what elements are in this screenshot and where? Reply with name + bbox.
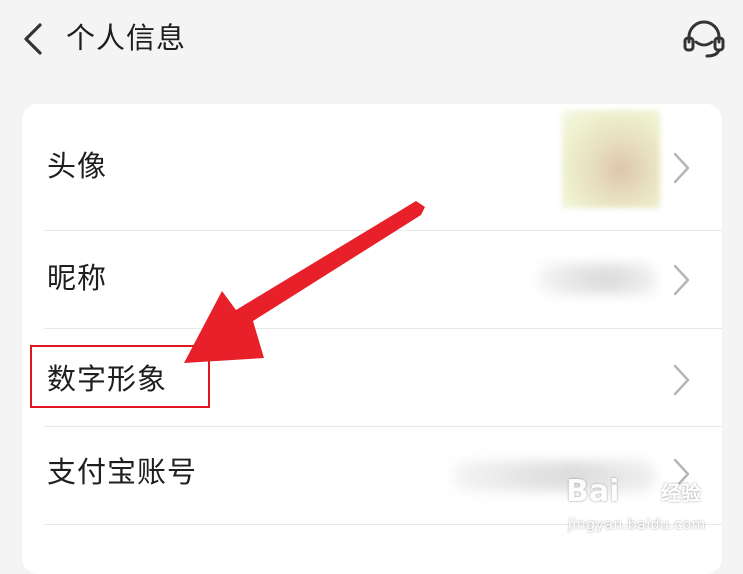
row-nickname[interactable]: 昵称 — [22, 230, 722, 330]
chevron-left-icon[interactable] — [18, 22, 48, 56]
watermark-jingyan: 经验 — [661, 481, 701, 505]
row-avatar[interactable]: 头像 — [22, 104, 722, 230]
divider — [44, 328, 722, 329]
watermark-logo: Bai — [566, 474, 620, 509]
chevron-right-icon — [673, 152, 690, 184]
row-label-avatar: 头像 — [47, 149, 108, 183]
chevron-right-icon — [673, 364, 690, 396]
avatar[interactable] — [562, 110, 660, 208]
row-label-nickname: 昵称 — [47, 261, 108, 295]
chevron-right-icon — [673, 264, 690, 296]
divider — [44, 426, 722, 427]
blurred-value — [537, 264, 657, 294]
top-bar: 个人信息 — [0, 0, 743, 80]
watermark-url: jingyan.baidu.com — [568, 517, 706, 533]
watermark: Bai 经验 jingyan.baidu.com — [566, 474, 716, 544]
row-label-alipay-account: 支付宝账号 — [47, 455, 198, 489]
page-title: 个人信息 — [66, 21, 187, 55]
headset-icon[interactable] — [682, 18, 726, 60]
highlight-box — [30, 345, 210, 408]
